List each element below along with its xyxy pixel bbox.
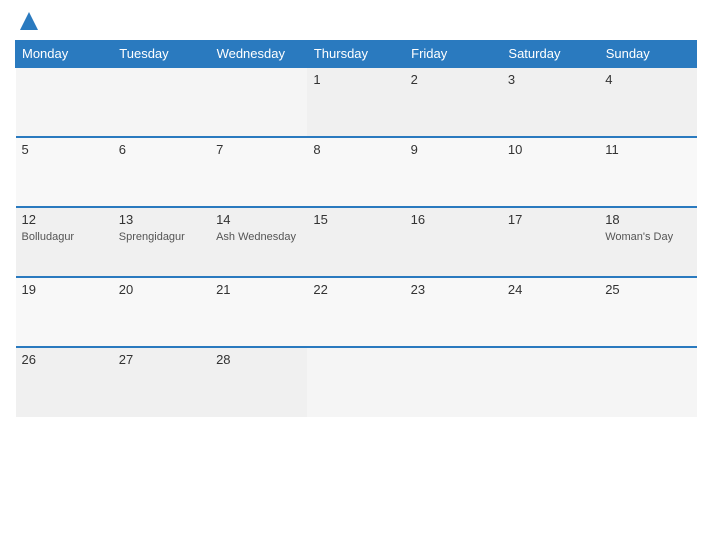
- calendar-cell: 8: [307, 137, 404, 207]
- calendar-week-row: 56789 10 11: [16, 137, 697, 207]
- calendar-week-row: 1234: [16, 67, 697, 137]
- logo: [15, 10, 40, 32]
- weekday-header-friday: Friday: [405, 41, 502, 68]
- calendar-cell: 5: [16, 137, 113, 207]
- weekday-header-wednesday: Wednesday: [210, 41, 307, 68]
- calendar-cell: 9: [405, 137, 502, 207]
- weekday-header-sunday: Sunday: [599, 41, 696, 68]
- logo-icon: [18, 10, 40, 32]
- calendar-cell: 25: [599, 277, 696, 347]
- day-number: 17: [508, 212, 593, 227]
- calendar-cell: 3: [502, 67, 599, 137]
- day-number: 14: [216, 212, 301, 227]
- day-number: 27: [119, 352, 204, 367]
- calendar-cell: 23: [405, 277, 502, 347]
- calendar-cell: 2: [405, 67, 502, 137]
- day-number: 18: [605, 212, 690, 227]
- day-number: 4: [605, 72, 690, 87]
- calendar-cell: [16, 67, 113, 137]
- event-text: Bolludagur: [22, 230, 107, 244]
- calendar-cell: [307, 347, 404, 417]
- day-number: 21: [216, 282, 301, 297]
- weekday-header-tuesday: Tuesday: [113, 41, 210, 68]
- calendar-cell: [502, 347, 599, 417]
- day-number: 7: [216, 142, 301, 157]
- calendar-cell: 7: [210, 137, 307, 207]
- calendar-cell: 15: [307, 207, 404, 277]
- event-text: Ash Wednesday: [216, 230, 301, 244]
- day-number: 24: [508, 282, 593, 297]
- day-number: 16: [411, 212, 496, 227]
- calendar-cell: [405, 347, 502, 417]
- day-number: 1: [313, 72, 398, 87]
- calendar-week-row: 19 20 21 22 23 24 25: [16, 277, 697, 347]
- calendar-week-row: 12 Bolludagur 13 Sprengidagur 14 Ash Wednesda…: [16, 207, 697, 277]
- calendar-cell: 4: [599, 67, 696, 137]
- day-number: 10: [508, 142, 593, 157]
- calendar-week-row: 26 27 28: [16, 347, 697, 417]
- calendar-cell: 24: [502, 277, 599, 347]
- calendar-cell: [599, 347, 696, 417]
- calendar-cell: 27: [113, 347, 210, 417]
- day-number: 12: [22, 212, 107, 227]
- calendar-cell: 28: [210, 347, 307, 417]
- day-number: 13: [119, 212, 204, 227]
- calendar-cell: 26: [16, 347, 113, 417]
- calendar-cell: 11: [599, 137, 696, 207]
- calendar-cell: [113, 67, 210, 137]
- day-number: 22: [313, 282, 398, 297]
- calendar-cell: 17: [502, 207, 599, 277]
- day-number: 28: [216, 352, 301, 367]
- calendar-cell: 16: [405, 207, 502, 277]
- weekday-header-monday: Monday: [16, 41, 113, 68]
- calendar-cell: 10: [502, 137, 599, 207]
- day-number: 19: [22, 282, 107, 297]
- day-number: 6: [119, 142, 204, 157]
- calendar-cell: 14 Ash Wednesday: [210, 207, 307, 277]
- day-number: 20: [119, 282, 204, 297]
- day-number: 11: [605, 142, 690, 157]
- calendar-cell: 19: [16, 277, 113, 347]
- calendar-cell: 20: [113, 277, 210, 347]
- day-number: 3: [508, 72, 593, 87]
- day-number: 15: [313, 212, 398, 227]
- calendar-cell: [210, 67, 307, 137]
- calendar-cell: 1: [307, 67, 404, 137]
- calendar-cell: 18 Woman's Day: [599, 207, 696, 277]
- calendar-table: MondayTuesdayWednesdayThursdayFridaySatu…: [15, 40, 697, 417]
- calendar-header: [15, 10, 697, 32]
- calendar-cell: 13 Sprengidagur: [113, 207, 210, 277]
- day-number: 2: [411, 72, 496, 87]
- weekday-header-saturday: Saturday: [502, 41, 599, 68]
- day-number: 25: [605, 282, 690, 297]
- day-number: 9: [411, 142, 496, 157]
- weekday-header-thursday: Thursday: [307, 41, 404, 68]
- day-number: 8: [313, 142, 398, 157]
- day-number: 26: [22, 352, 107, 367]
- calendar-container: MondayTuesdayWednesdayThursdayFridaySatu…: [0, 0, 712, 550]
- event-text: Woman's Day: [605, 230, 690, 244]
- calendar-cell: 22: [307, 277, 404, 347]
- day-number: 23: [411, 282, 496, 297]
- calendar-cell: 6: [113, 137, 210, 207]
- weekday-header-row: MondayTuesdayWednesdayThursdayFridaySatu…: [16, 41, 697, 68]
- calendar-cell: 12 Bolludagur: [16, 207, 113, 277]
- event-text: Sprengidagur: [119, 230, 204, 244]
- calendar-cell: 21: [210, 277, 307, 347]
- day-number: 5: [22, 142, 107, 157]
